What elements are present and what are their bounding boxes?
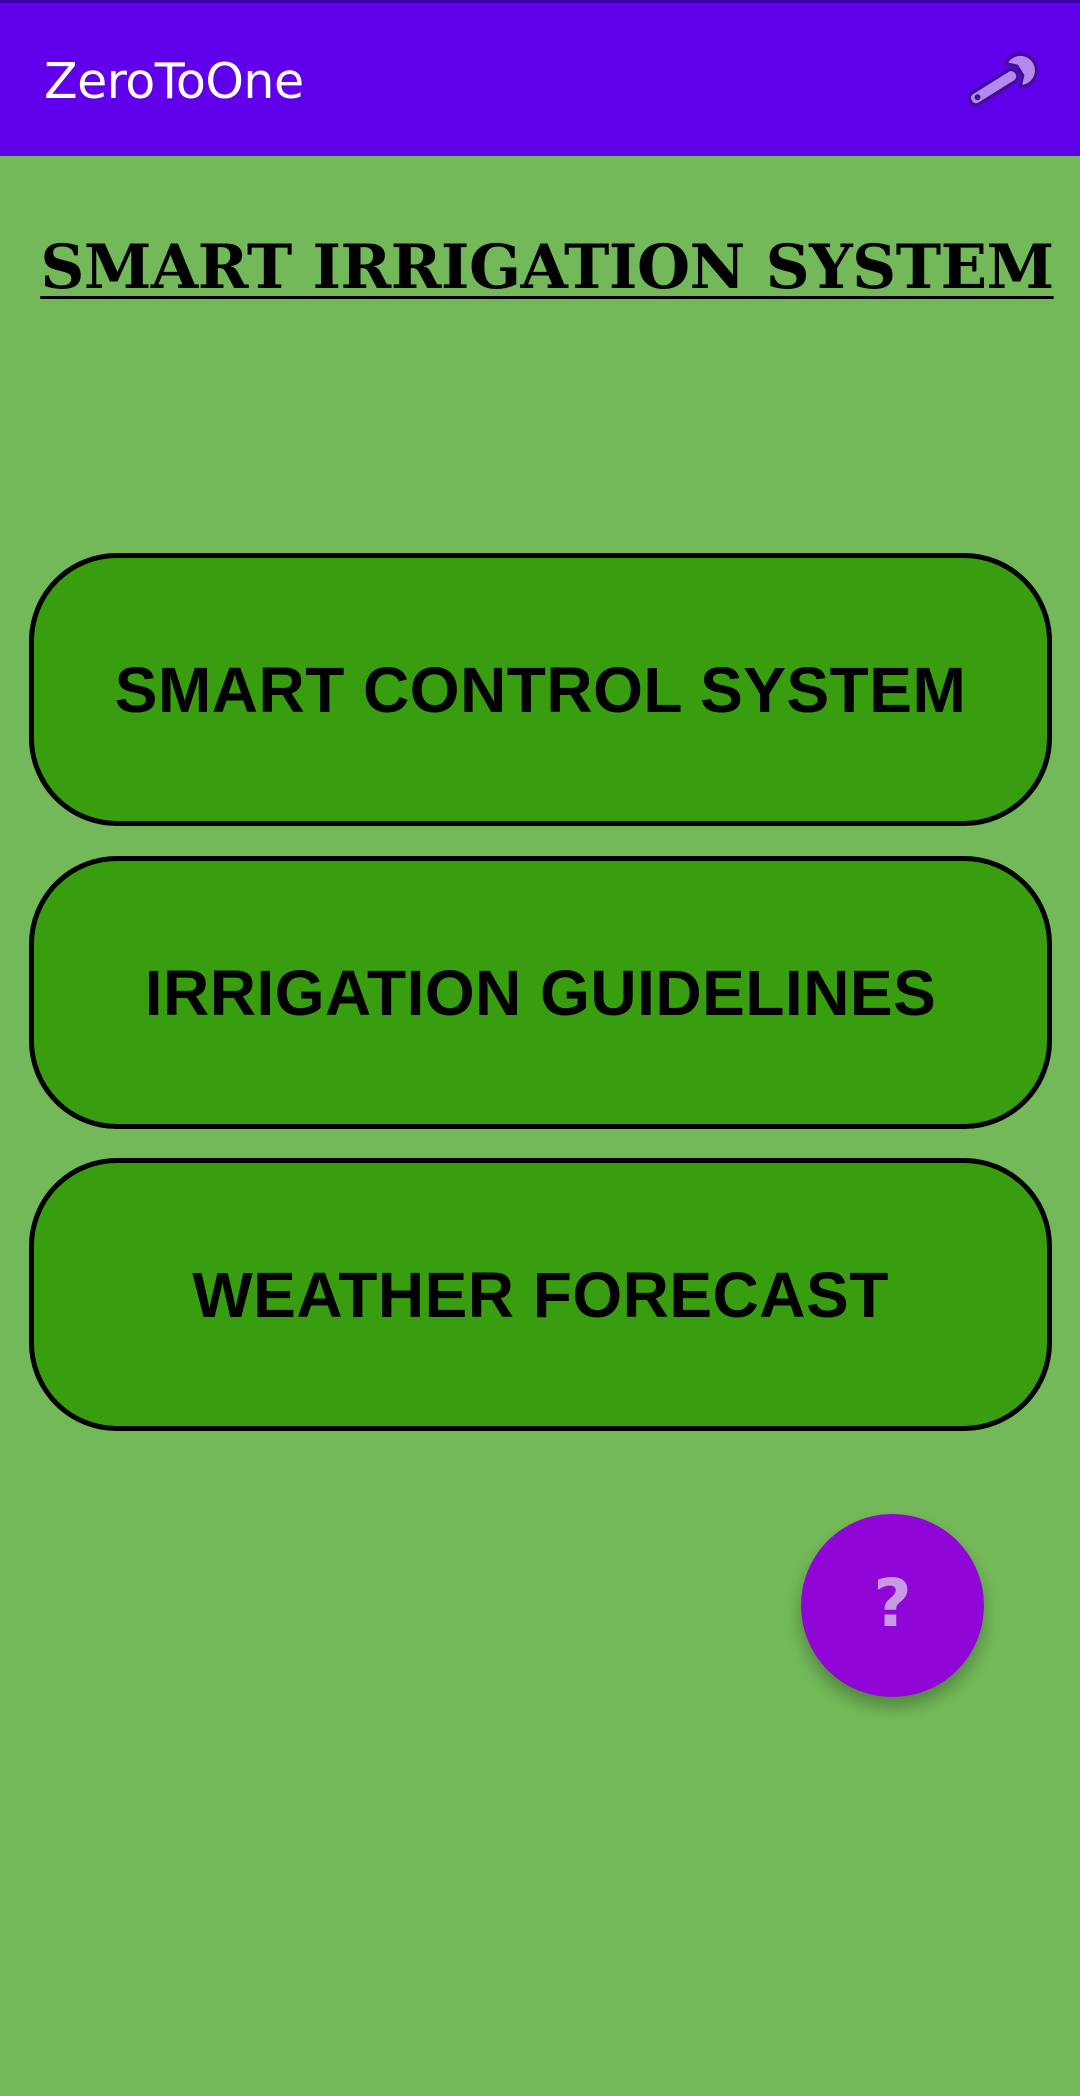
app-bar: ZeroToOne	[0, 0, 1080, 156]
button-label: WEATHER FORECAST	[192, 1258, 889, 1331]
wrench-icon	[968, 53, 1038, 107]
page-title: SMART IRRIGATION SYSTEM	[40, 232, 1054, 303]
settings-button[interactable]	[956, 47, 1046, 117]
button-label: SMART CONTROL SYSTEM	[114, 653, 967, 726]
app-title: ZeroToOne	[44, 53, 304, 110]
help-fab-button[interactable]: ?	[801, 1514, 984, 1697]
weather-forecast-button[interactable]: WEATHER FORECAST	[29, 1158, 1052, 1431]
button-label: IRRIGATION GUIDELINES	[144, 956, 937, 1029]
smart-control-system-button[interactable]: SMART CONTROL SYSTEM	[29, 553, 1052, 826]
irrigation-guidelines-button[interactable]: IRRIGATION GUIDELINES	[29, 856, 1052, 1129]
help-icon: ?	[873, 1565, 912, 1642]
